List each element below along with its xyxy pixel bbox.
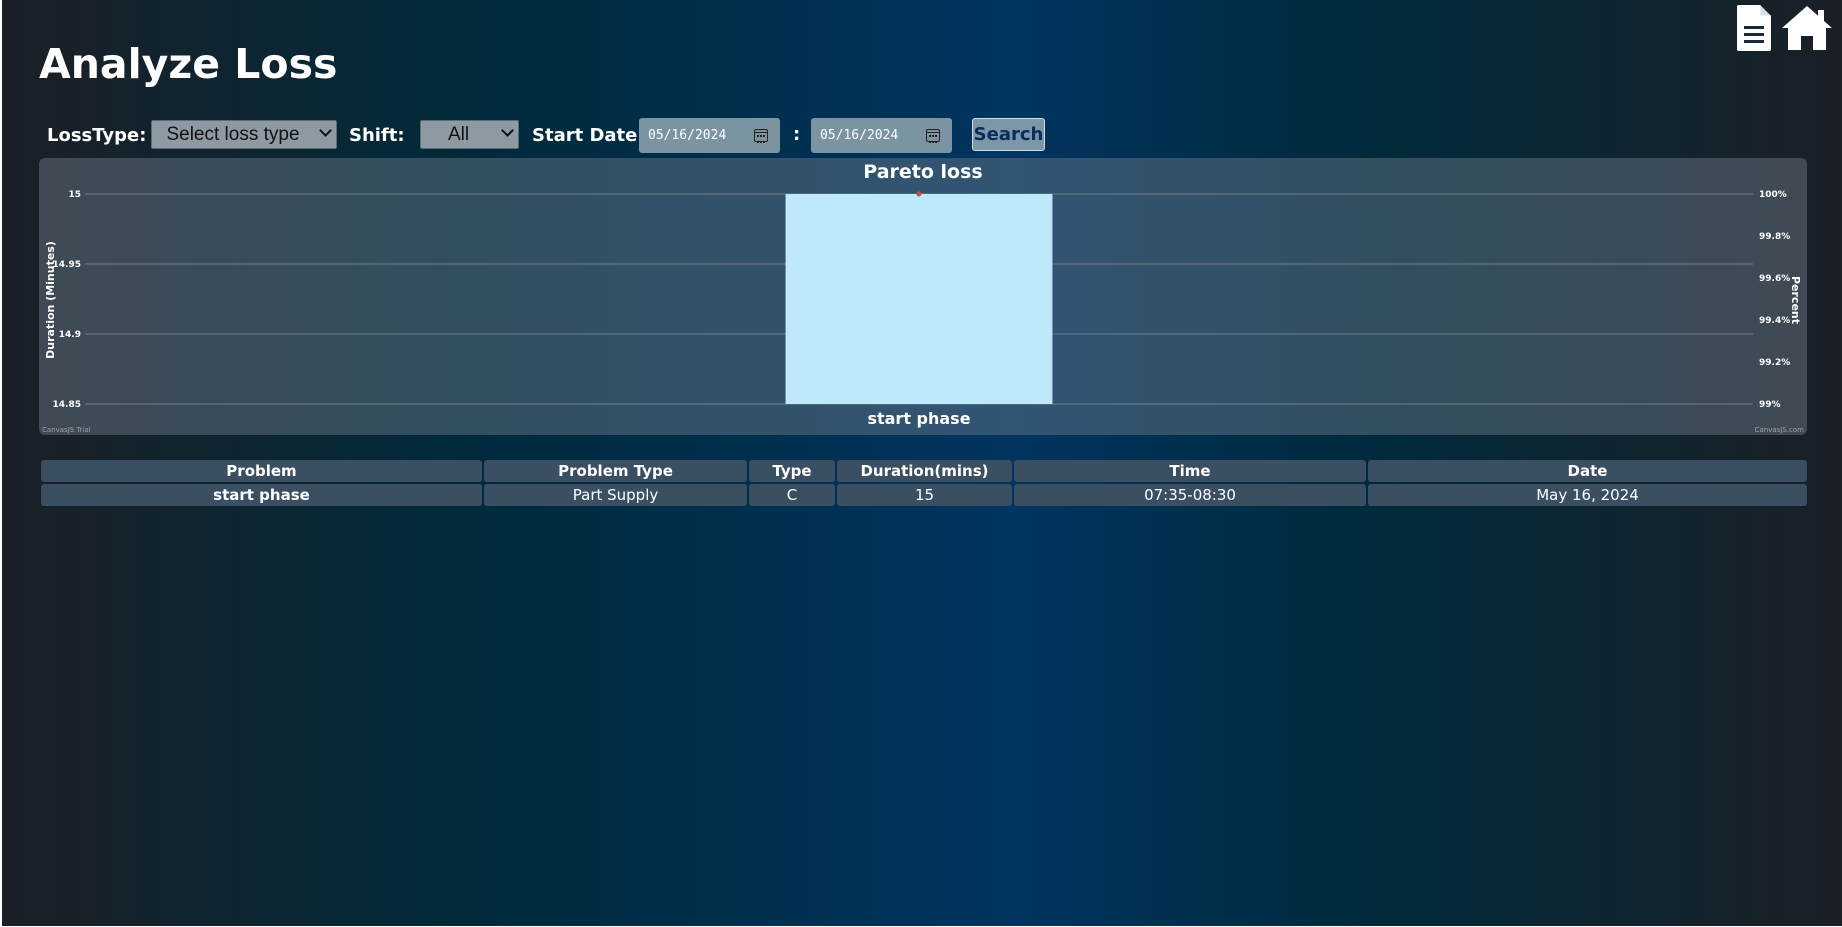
table-header-row: Problem Problem Type Type Duration(mins) Tim…: [41, 460, 1807, 482]
start-date-label: Start Date: [532, 125, 638, 146]
end-date-value: 05/16/2024: [820, 128, 899, 143]
filter-bar: LossType: Select loss type Shift: All St…: [2, 118, 1102, 154]
watermark-right: CanvasJS.com: [1755, 426, 1805, 434]
chart-bar: [785, 194, 1053, 404]
chevron-down-icon: [501, 124, 514, 137]
home-icon[interactable]: [1780, 4, 1834, 52]
y2-tick-label: 99%: [1759, 400, 1781, 410]
loss-type-value: Select loss type: [166, 124, 300, 145]
pareto-chart: Pareto loss 15 14.95 14.9 14.85 100% 99.8% 99…: [39, 158, 1807, 435]
watermark-left: CanvasJS Trial: [42, 426, 91, 434]
date-range-separator: :: [793, 124, 801, 145]
table-header-cell: Problem: [41, 460, 482, 482]
calendar-icon[interactable]: [754, 129, 768, 143]
start-date-input[interactable]: 05/16/2024: [639, 118, 780, 153]
table-cell: C: [749, 484, 835, 506]
table-cell: May 16, 2024: [1368, 484, 1807, 506]
search-button[interactable]: Search: [972, 118, 1045, 151]
y2-tick-label: 99.2%: [1759, 358, 1790, 368]
app-window: Analyze Loss LossType: Select loss type …: [2, 0, 1842, 926]
table-cell: Part Supply: [484, 484, 747, 506]
category-labels: start phase: [867, 409, 970, 428]
y-tick-label: 14.9: [59, 330, 81, 340]
y2-tick-label: 100%: [1759, 190, 1787, 200]
table-cell: 15: [837, 484, 1012, 506]
document-icon[interactable]: [1736, 4, 1772, 52]
pareto-point: [916, 191, 922, 197]
y2-axis-ticks: 100% 99.8% 99.6% 99.4% 99.2% 99%: [1759, 190, 1790, 410]
y2-tick-label: 99.8%: [1759, 232, 1790, 242]
start-date-value: 05/16/2024: [648, 128, 727, 143]
loss-type-select[interactable]: Select loss type: [151, 120, 337, 149]
y2-tick-label: 99.6%: [1759, 274, 1790, 284]
pareto-line: [916, 191, 922, 197]
table-cell: start phase: [41, 484, 482, 506]
y-tick-label: 15: [68, 190, 81, 200]
calendar-icon[interactable]: [926, 129, 940, 143]
table-header-cell: Date: [1368, 460, 1807, 482]
table-cell: 07:35-08:30: [1014, 484, 1366, 506]
y-axis-label: Duration (Minutes): [44, 241, 57, 359]
loss-type-label: LossType:: [47, 125, 147, 146]
shift-select[interactable]: All: [420, 120, 519, 149]
page-title: Analyze Loss: [39, 40, 338, 88]
category-label: start phase: [867, 409, 970, 428]
shift-value: All: [447, 124, 470, 145]
table-header-cell: Time: [1014, 460, 1366, 482]
end-date-input[interactable]: 05/16/2024: [811, 118, 952, 153]
table-row: start phase Part Supply C 15 07:35-08:30 May …: [41, 484, 1807, 506]
y2-axis-label: Percent: [1789, 276, 1802, 324]
chart-title: Pareto loss: [863, 161, 982, 183]
loss-table: Problem Problem Type Type Duration(mins) Tim…: [41, 460, 1807, 508]
bars: [785, 194, 1053, 404]
table-header-cell: Type: [749, 460, 835, 482]
table-header-cell: Duration(mins): [837, 460, 1012, 482]
chart-canvas: Pareto loss 1514.9514.914.85 100%99.8%99…: [42, 161, 1805, 434]
top-icons: [1736, 4, 1834, 52]
y-tick-label: 14.85: [53, 400, 81, 410]
shift-label: Shift:: [349, 125, 405, 146]
table-header-cell: Problem Type: [484, 460, 747, 482]
chevron-down-icon: [319, 124, 332, 137]
y2-tick-label: 99.4%: [1759, 316, 1790, 326]
